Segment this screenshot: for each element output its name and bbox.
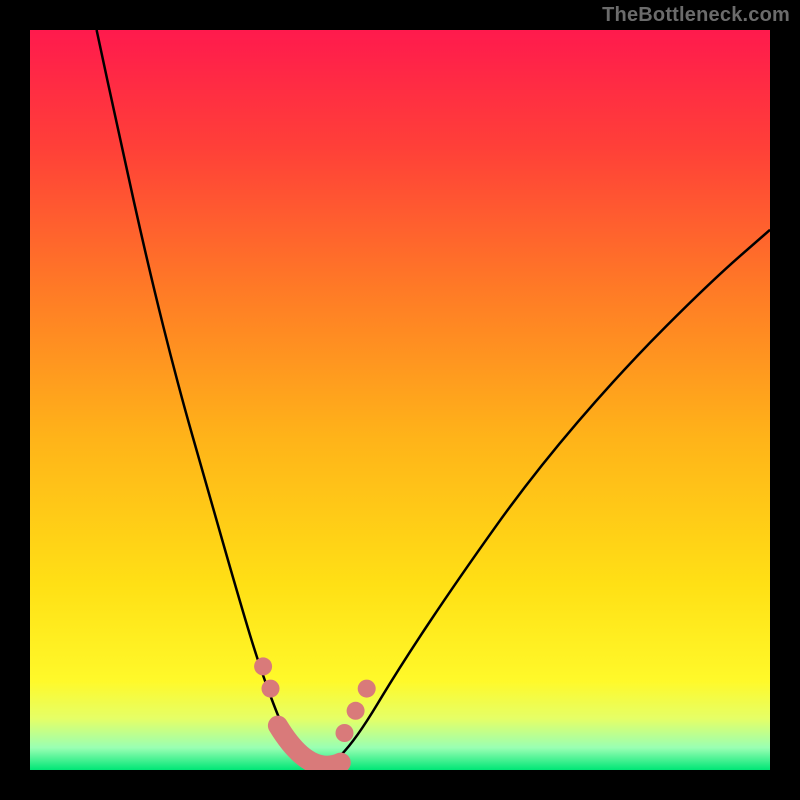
attribution-text: TheBottleneck.com [602,4,790,27]
curve-marker [262,680,280,698]
chart-svg [30,30,770,770]
curve-marker [336,724,354,742]
optimum-band [278,726,341,766]
plot-area [30,30,770,770]
chart-frame: TheBottleneck.com [0,0,800,800]
curve-marker [254,657,272,675]
curve-marker [347,702,365,720]
curve-marker [358,680,376,698]
bottleneck-curve [97,30,770,770]
